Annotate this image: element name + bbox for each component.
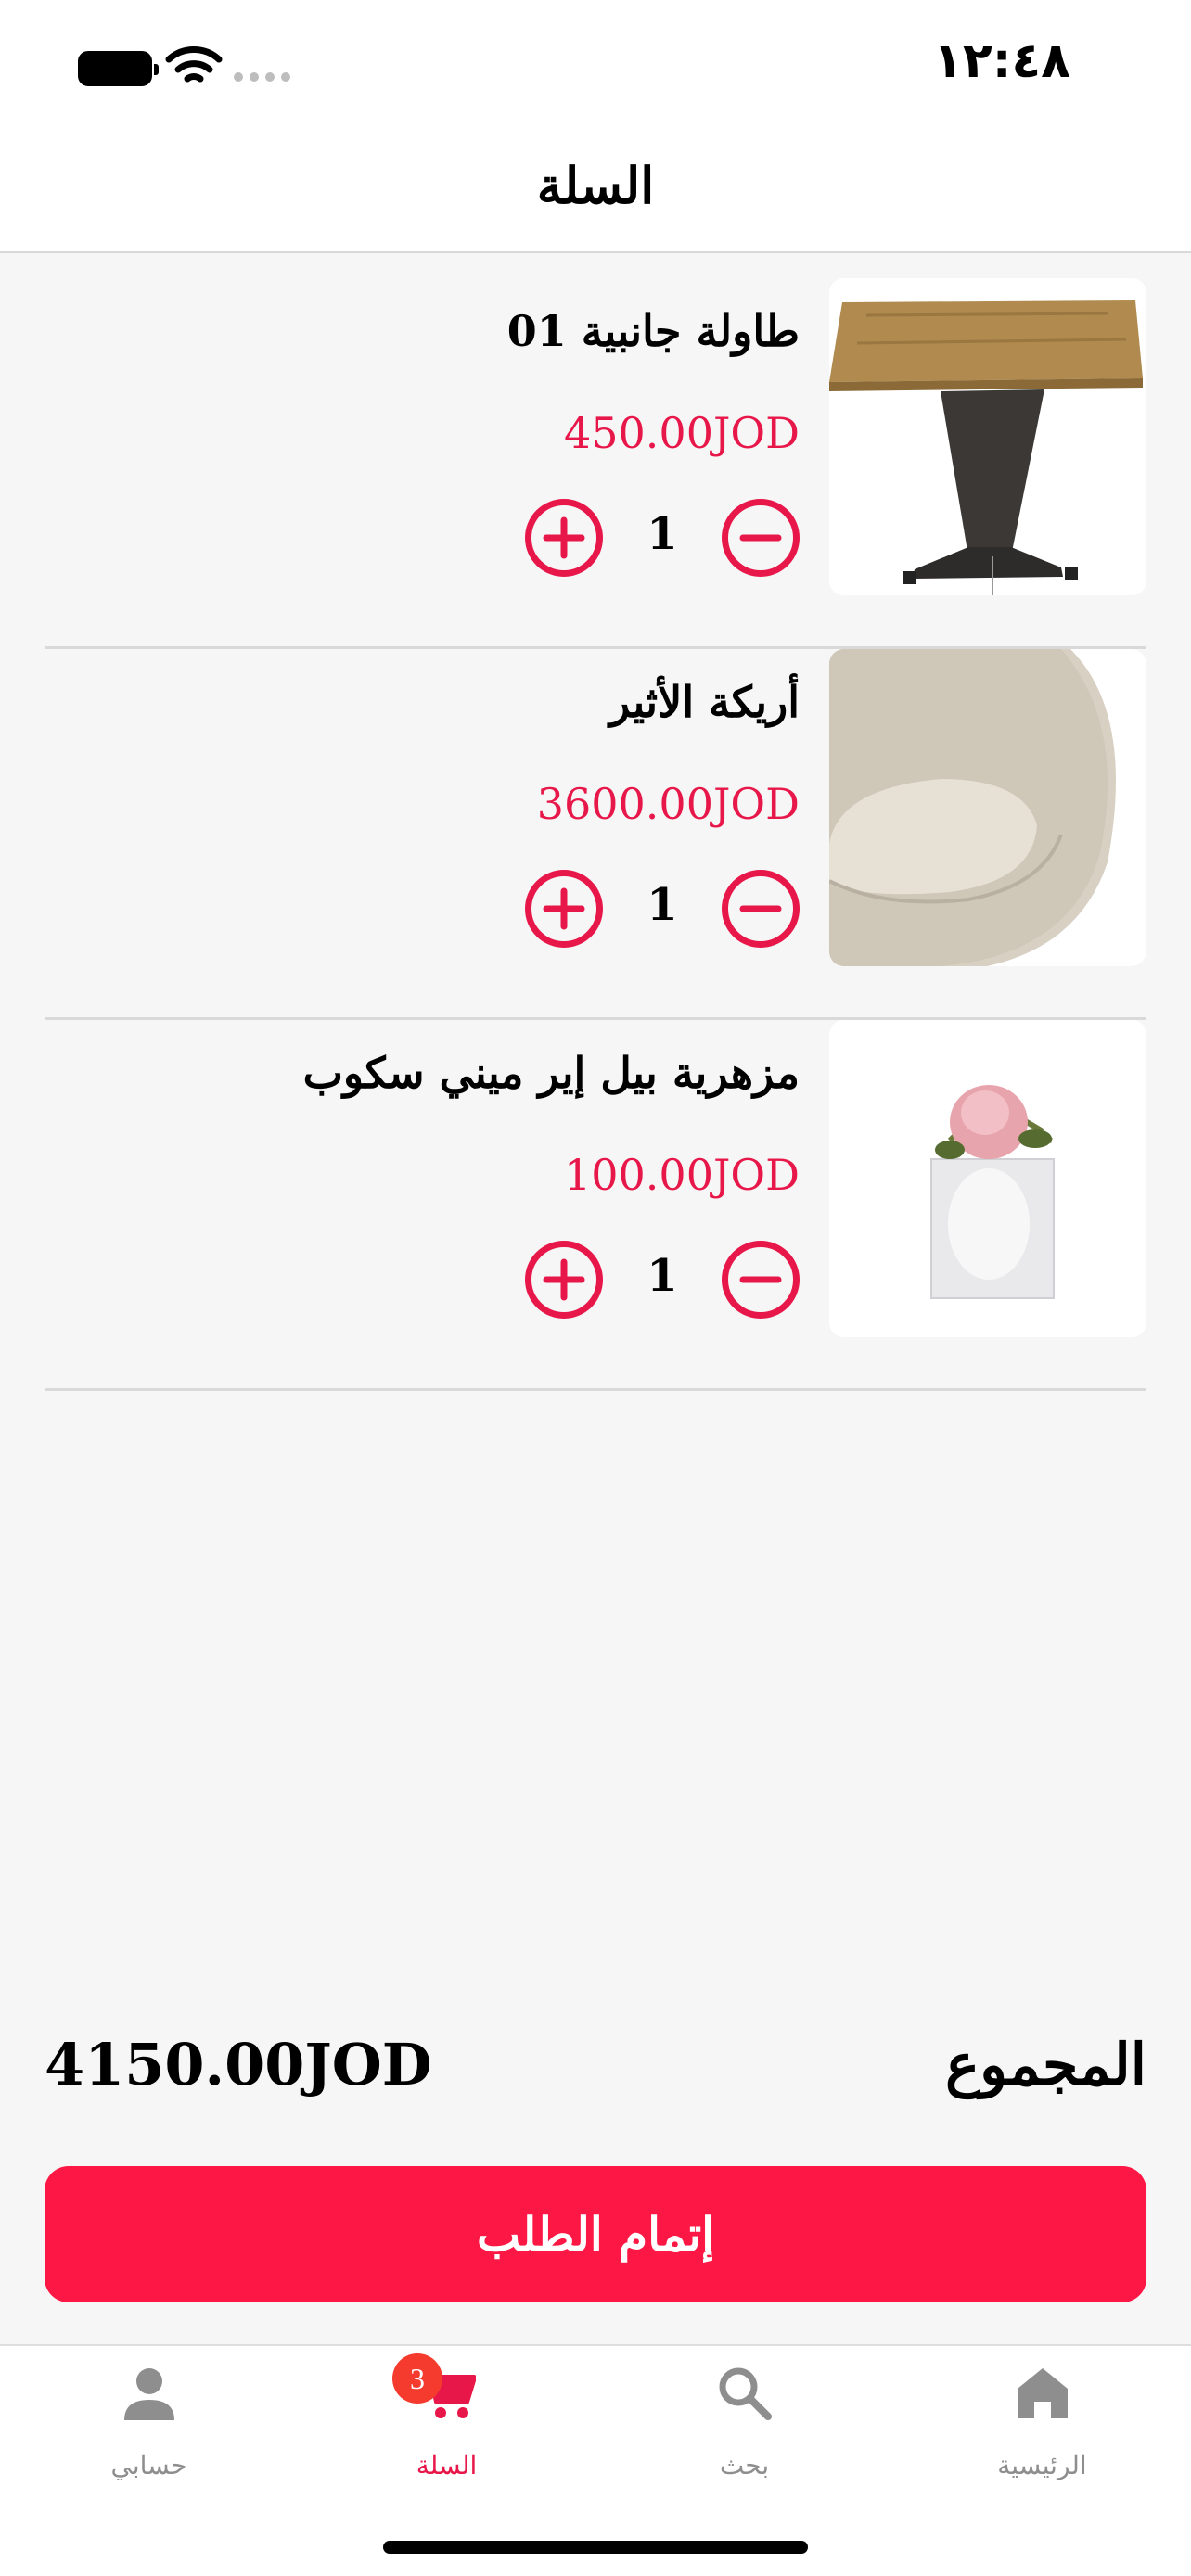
tab-search[interactable]: بحث: [596, 2346, 893, 2494]
status-time: ١٢:٤٨: [933, 33, 1070, 89]
product-image-armchair[interactable]: [829, 649, 1146, 966]
increase-quantity-button[interactable]: [525, 499, 603, 577]
tab-account[interactable]: حسابي: [0, 2346, 298, 2494]
home-icon: [1018, 2368, 1068, 2418]
plus-icon: [543, 516, 585, 559]
plus-icon: [543, 887, 585, 930]
quantity-value: 1: [647, 879, 678, 931]
quantity-value: 1: [647, 508, 678, 560]
product-name: أريكة الأثير: [609, 677, 800, 727]
top-bar: ١٢:٤٨ السلة: [0, 0, 1191, 253]
battery-icon: [78, 51, 159, 86]
signal-icon: [234, 72, 293, 83]
minus-icon: [739, 1276, 782, 1283]
wifi-icon: [165, 46, 223, 83]
cart-list: طاولة جانبية 01 450.00JOD 1 أريكة الأثير…: [45, 278, 1146, 1391]
total-label: المجموع: [945, 2031, 1146, 2098]
decrease-quantity-button[interactable]: [722, 1241, 800, 1319]
total-value: 4150.00JOD: [45, 2031, 432, 2098]
product-price: 450.00JOD: [564, 408, 800, 458]
quantity-value: 1: [647, 1250, 678, 1302]
increase-quantity-button[interactable]: [525, 1241, 603, 1319]
product-image-vase[interactable]: [829, 1020, 1146, 1337]
person-icon: [124, 2368, 174, 2420]
tab-label: حسابي: [110, 2450, 187, 2480]
product-price: 100.00JOD: [564, 1150, 800, 1200]
tab-label: السلة: [416, 2450, 478, 2480]
quantity-stepper: 1: [525, 1241, 800, 1319]
tab-home[interactable]: الرئيسية: [893, 2346, 1191, 2494]
home-indicator: [383, 2541, 808, 2554]
page-title: السلة: [536, 156, 655, 215]
decrease-quantity-button[interactable]: [722, 870, 800, 948]
minus-icon: [739, 905, 782, 912]
quantity-stepper: 1: [525, 870, 800, 948]
increase-quantity-button[interactable]: [525, 870, 603, 948]
product-name: طاولة جانبية 01: [506, 306, 800, 356]
product-image-side-table[interactable]: [829, 278, 1146, 595]
cart-count-badge: 3: [392, 2353, 442, 2404]
plus-icon: [543, 1258, 585, 1301]
product-price: 3600.00JOD: [536, 779, 800, 829]
minus-icon: [739, 534, 782, 542]
tab-cart[interactable]: 3 السلة: [298, 2346, 596, 2494]
quantity-stepper: 1: [525, 499, 800, 577]
tab-label: الرئيسية: [997, 2450, 1087, 2480]
product-name: مزهرية بيل إير ميني سكوب: [302, 1048, 800, 1098]
cart-item: طاولة جانبية 01 450.00JOD 1: [45, 278, 1146, 649]
cart-item: مزهرية بيل إير ميني سكوب 100.00JOD 1: [45, 1020, 1146, 1391]
cart-item: أريكة الأثير 3600.00JOD 1: [45, 649, 1146, 1020]
checkout-button[interactable]: إتمام الطلب: [45, 2166, 1146, 2302]
tab-label: بحث: [719, 2450, 770, 2480]
decrease-quantity-button[interactable]: [722, 499, 800, 577]
search-icon: [719, 2367, 772, 2420]
